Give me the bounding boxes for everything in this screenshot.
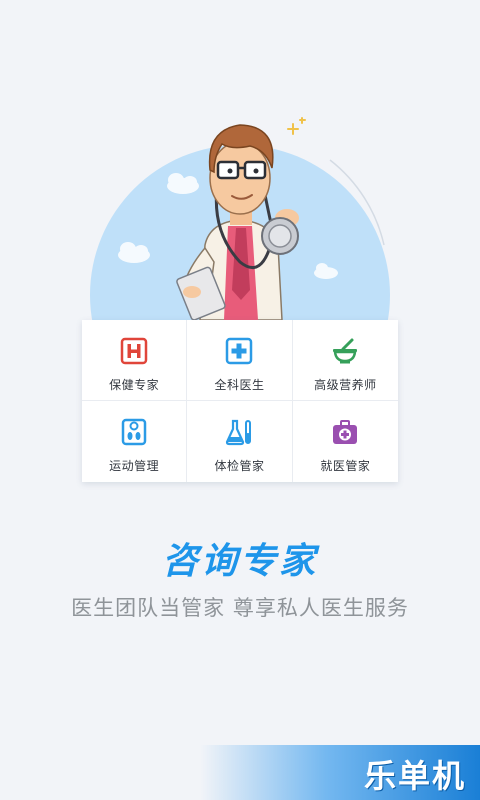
service-general-doctor[interactable]: 全科医生: [187, 320, 293, 401]
service-grid: 保健专家 全科医生 高级营养师 运动管理 体检管家 就医管家: [82, 320, 398, 482]
page-title: 咨询专家: [161, 541, 318, 582]
hero-illustration: [0, 0, 480, 330]
mortar-pestle-icon: [333, 338, 358, 364]
service-label: 全科医生: [214, 378, 265, 392]
medical-cross-icon: [226, 337, 253, 365]
doctor-illustration: [90, 117, 390, 330]
service-label: 保健专家: [109, 378, 160, 392]
scale-footprints-icon: [121, 418, 147, 446]
medical-kit-icon: [333, 420, 358, 444]
watermark-banner: 乐单机: [200, 745, 480, 800]
service-health-expert[interactable]: 保健专家: [82, 320, 188, 401]
lab-flask-icon: [226, 419, 252, 446]
service-checkup[interactable]: 体检管家: [187, 401, 293, 482]
service-label: 体检管家: [214, 459, 265, 473]
hospital-h-icon: [120, 337, 148, 365]
tagline: 医生团队当管家 尊享私人医生服务: [71, 596, 409, 620]
watermark-text: 乐单机: [363, 757, 466, 795]
service-label: 就医管家: [320, 459, 371, 473]
service-medical-butler[interactable]: 就医管家: [293, 401, 398, 482]
service-exercise[interactable]: 运动管理: [82, 401, 188, 482]
service-label: 运动管理: [109, 459, 160, 473]
service-label: 高级营养师: [314, 378, 377, 392]
service-nutritionist[interactable]: 高级营养师: [292, 320, 398, 401]
